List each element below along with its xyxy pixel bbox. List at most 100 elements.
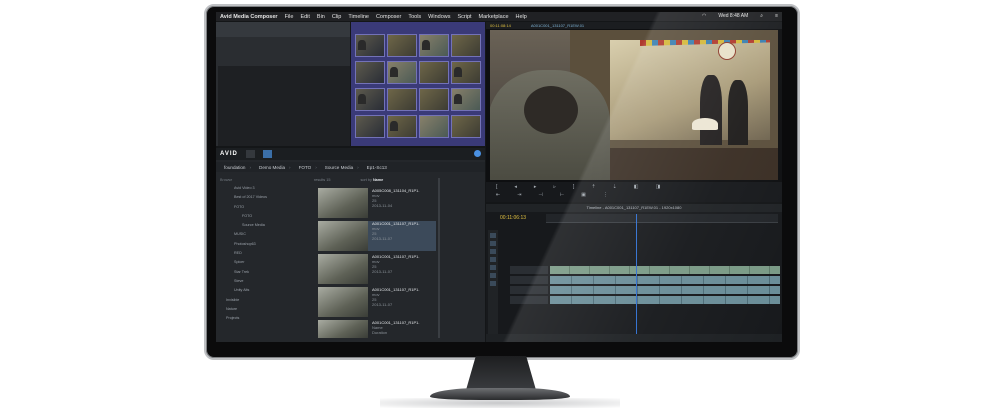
add-edit-icon[interactable]: ⋮ [603, 192, 608, 198]
play-icon[interactable]: ▸ [534, 184, 537, 190]
effect-items-list[interactable] [282, 66, 350, 146]
tree-item[interactable]: Best of 2017 Videos [220, 195, 310, 204]
menu-windows[interactable]: Windows [428, 14, 450, 20]
video-clips[interactable] [550, 266, 780, 274]
results-scrollbar[interactable] [438, 178, 440, 338]
tree-item[interactable]: Unity Alts [220, 288, 310, 297]
menu-composer[interactable]: Composer [376, 14, 401, 20]
tree-item[interactable]: Steve [220, 279, 310, 288]
mark-out-icon[interactable]: ] [573, 184, 574, 190]
menu-help[interactable]: Help [516, 14, 527, 20]
clip-thumbnail[interactable] [387, 61, 417, 84]
effect-categories-list[interactable] [218, 66, 282, 146]
grid-view-icon[interactable] [245, 150, 255, 158]
go-to-in-icon[interactable]: ⇤ [496, 192, 500, 198]
clip-thumbnail[interactable] [419, 34, 449, 57]
account-icon[interactable] [474, 150, 481, 157]
tool-icon[interactable] [490, 265, 496, 270]
match-frame-icon[interactable]: ▣ [581, 192, 586, 198]
tree-item[interactable]: RED [220, 251, 310, 260]
tree-item[interactable]: Projects [220, 316, 310, 325]
transport-row: [ ◂ ▸ ▹ ] ⇡ ⇣ ◧ ◨ [496, 184, 660, 190]
track-label[interactable] [510, 286, 548, 294]
menu-bin[interactable]: Bin [317, 14, 325, 20]
breadcrumb-item[interactable]: Source Media [325, 165, 353, 170]
tool-icon[interactable] [490, 233, 496, 238]
tree-item[interactable]: Spicer [220, 260, 310, 269]
clip-thumbnail[interactable] [451, 115, 481, 138]
clip-thumbnail[interactable] [419, 115, 449, 138]
lift-icon[interactable]: ⇡ [591, 184, 595, 190]
tree-item[interactable]: FOTO [220, 214, 310, 223]
clip-thumbnail[interactable] [451, 34, 481, 57]
playhead[interactable] [636, 214, 637, 342]
result-card-selected[interactable]: A001C001_131107_R1P1. mov 25 2013-11-07 [318, 221, 436, 251]
menu-timeline[interactable]: Timeline [348, 14, 369, 20]
menu-clip[interactable]: Clip [332, 14, 341, 20]
clip-thumbnail[interactable] [419, 88, 449, 111]
sort-by[interactable]: sort by Name [360, 178, 383, 186]
audio-clips[interactable] [550, 296, 780, 304]
search-icon[interactable]: ⌕ [760, 13, 763, 19]
menu-marketplace[interactable]: Marketplace [479, 14, 509, 20]
track-label[interactable] [510, 266, 548, 274]
clip-thumbnail[interactable] [355, 88, 385, 111]
clip-thumbnail[interactable] [419, 61, 449, 84]
tree-item[interactable]: Invisible [220, 298, 310, 307]
track-label[interactable] [510, 276, 548, 284]
trim-icon[interactable]: ⊣ [538, 192, 542, 198]
result-line: Duration [372, 330, 388, 335]
timeline-ruler[interactable] [546, 214, 778, 223]
tree-item[interactable]: Nature [220, 307, 310, 316]
breadcrumb-item[interactable]: foundation [224, 165, 245, 170]
mark-in-icon[interactable]: [ [496, 184, 497, 190]
tree-item[interactable]: Photoshop63 [220, 242, 310, 251]
clip-thumbnail[interactable] [355, 34, 385, 57]
clip-thumbnail[interactable] [387, 88, 417, 111]
clip-thumbnail[interactable] [355, 115, 385, 138]
screen: Avid Media Composer File Edit Bin Clip T… [216, 12, 782, 342]
tool-icon[interactable] [490, 257, 496, 262]
frame-view-bin [351, 22, 485, 146]
tree-item[interactable]: MUSIC [220, 232, 310, 241]
track-label[interactable] [510, 296, 548, 304]
menu-tools[interactable]: Tools [408, 14, 421, 20]
result-card[interactable]: A005C008_131104_R1P1. mov 25 2013-11-04 [318, 188, 436, 218]
result-card[interactable]: A001C001_131107_R1P1. mov 25 2013-11-07 [318, 287, 436, 317]
tool-icon[interactable] [490, 249, 496, 254]
breadcrumb-item[interactable]: Ep1-Sc13 [367, 165, 387, 170]
tree-item[interactable]: Star Trek [220, 270, 310, 279]
result-card[interactable]: A001C001_131107_R1P1. Name Duration [318, 320, 436, 338]
wifi-icon[interactable]: ◠ [702, 13, 706, 19]
tool-icon[interactable] [490, 273, 496, 278]
video-frame[interactable] [490, 30, 778, 180]
menu-script[interactable]: Script [457, 14, 471, 20]
clip-thumbnail[interactable] [451, 88, 481, 111]
tool-icon[interactable] [490, 281, 496, 286]
audio-clips[interactable] [550, 286, 780, 294]
clip-thumbnail[interactable] [387, 34, 417, 57]
tool-icon[interactable] [490, 241, 496, 246]
result-card[interactable]: A001C001_131107_R1P1. mov 25 2013-11-07 [318, 254, 436, 284]
clip-thumbnail[interactable] [387, 115, 417, 138]
sync-icon[interactable]: ⊢ [560, 192, 564, 198]
list-icon[interactable]: ≡ [775, 13, 778, 19]
track-a3 [510, 296, 780, 305]
overwrite-icon[interactable]: ◨ [655, 184, 660, 190]
menu-edit[interactable]: Edit [300, 14, 309, 20]
audio-clips[interactable] [550, 276, 780, 284]
step-back-icon[interactable]: ◂ [514, 184, 517, 190]
clip-thumbnail[interactable] [451, 61, 481, 84]
menu-file[interactable]: File [285, 14, 294, 20]
browse-view-icon[interactable] [262, 150, 272, 158]
breadcrumb-item[interactable]: FOTO [299, 165, 312, 170]
step-forward-icon[interactable]: ▹ [553, 184, 556, 190]
tree-item[interactable]: Source Media [220, 223, 310, 232]
tree-item[interactable]: Avid Video 3 [220, 186, 310, 195]
go-to-out-icon[interactable]: ⇥ [517, 192, 521, 198]
splice-icon[interactable]: ◧ [634, 184, 639, 190]
clip-thumbnail[interactable] [355, 61, 385, 84]
extract-icon[interactable]: ⇣ [613, 184, 617, 190]
tree-item[interactable]: FOTO [220, 205, 310, 214]
breadcrumb-item[interactable]: Demo Media [259, 165, 285, 170]
